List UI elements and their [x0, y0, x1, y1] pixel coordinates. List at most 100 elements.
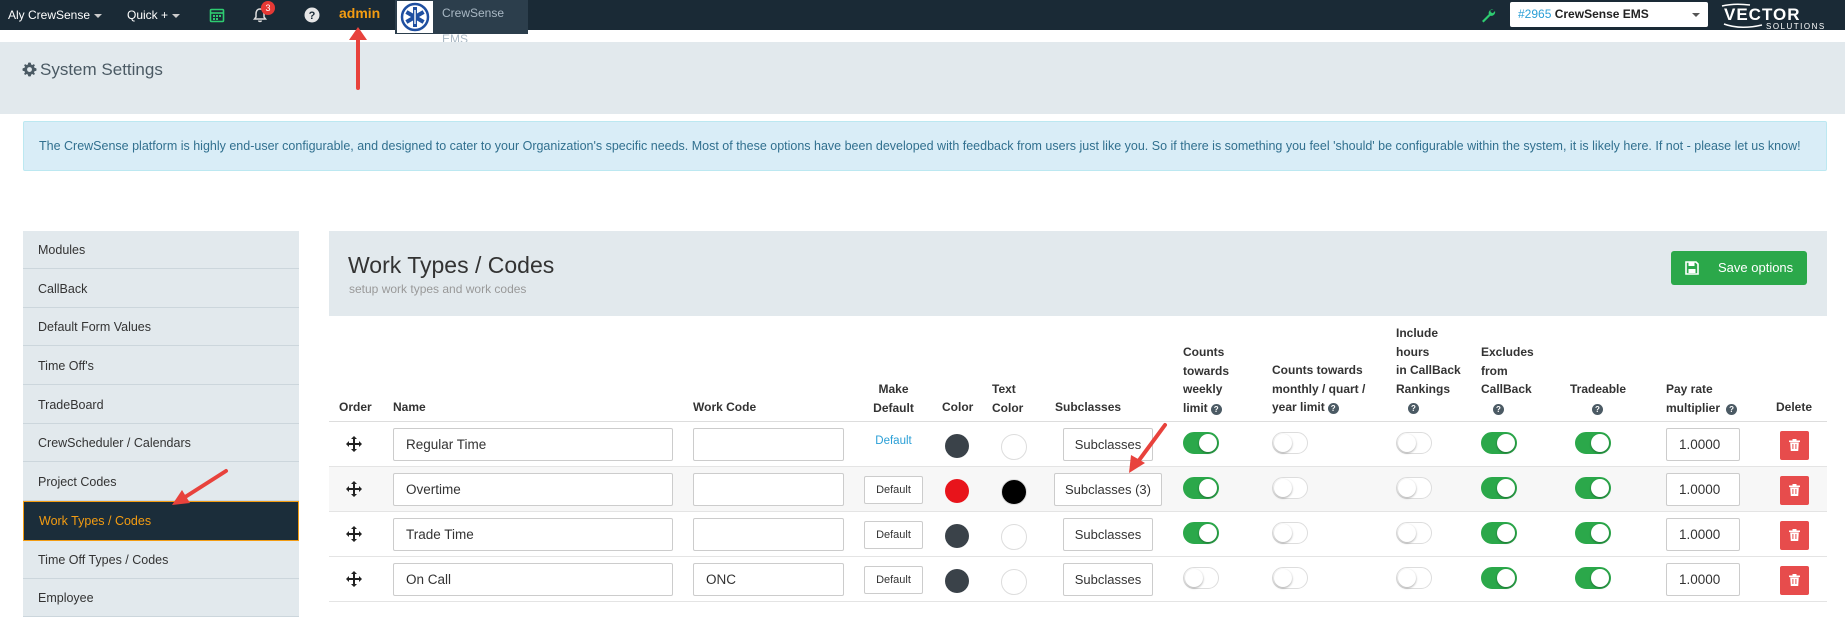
weekly-limit-toggle[interactable] [1183, 522, 1219, 544]
sidebar-item-tradeboard[interactable]: TradeBoard [23, 386, 299, 424]
monthly-limit-toggle[interactable] [1272, 522, 1308, 544]
monthly-limit-toggle[interactable] [1272, 432, 1308, 454]
sidebar-item-modules[interactable]: Modules [23, 231, 299, 269]
col-excludes-line2: from [1481, 363, 1508, 378]
quick-menu[interactable]: Quick + [127, 0, 181, 30]
help-icon[interactable]: ? [1493, 403, 1504, 415]
subclasses-button[interactable]: Subclasses [1063, 518, 1153, 551]
help-icon[interactable]: ? [1327, 403, 1339, 414]
weekly-limit-toggle[interactable] [1183, 432, 1219, 454]
help-icon[interactable]: ? [1408, 403, 1419, 414]
col-text-color-line1: Text [992, 382, 1016, 396]
excludes-callback-toggle[interactable] [1481, 522, 1517, 544]
sidebar-item-time-off-types[interactable]: Time Off Types / Codes [23, 541, 299, 579]
col-subclasses: Subclasses [1055, 400, 1122, 414]
move-icon[interactable] [346, 436, 362, 452]
annotation-arrow-icon [172, 469, 228, 505]
subclasses-button[interactable]: Subclasses [1063, 563, 1153, 596]
move-icon[interactable] [346, 571, 362, 587]
save-options-button[interactable]: Save options [1671, 251, 1807, 285]
monthly-limit-toggle[interactable] [1272, 567, 1308, 589]
monthly-limit-toggle[interactable] [1272, 477, 1308, 499]
user-menu[interactable]: Aly CrewSense [8, 0, 103, 30]
excludes-callback-toggle[interactable] [1481, 432, 1517, 454]
pay-rate-input[interactable]: 1.0000 [1666, 518, 1740, 551]
excludes-callback-toggle[interactable] [1481, 567, 1517, 589]
col-name: Name [393, 400, 426, 414]
color-swatch[interactable] [945, 524, 969, 548]
sidebar-item-project-codes[interactable]: Project Codes [23, 463, 299, 501]
annotation-arrow-icon [1129, 423, 1167, 473]
weekly-limit-toggle[interactable] [1183, 567, 1219, 589]
name-input[interactable]: Regular Time [393, 428, 673, 461]
account-select[interactable]: #2965 CrewSense EMS [1510, 2, 1708, 27]
sidebar-item-employee[interactable]: Employee [23, 579, 299, 617]
col-excludes-line1: Excludes [1481, 345, 1534, 359]
pay-rate-input[interactable]: 1.0000 [1666, 428, 1740, 461]
sidebar-item-crewscheduler[interactable]: CrewScheduler / Calendars [23, 424, 299, 462]
delete-button[interactable] [1780, 566, 1809, 595]
name-input[interactable]: Trade Time [393, 518, 673, 551]
help-icon[interactable]: ? [1210, 403, 1222, 415]
delete-button[interactable] [1780, 521, 1809, 550]
work-code-input[interactable] [693, 518, 844, 551]
move-icon[interactable] [346, 526, 362, 542]
col-pay-line2: multiplier [1666, 400, 1721, 415]
move-icon[interactable] [346, 481, 362, 497]
toggle-knob [1398, 524, 1416, 542]
text-color-swatch[interactable] [1001, 434, 1027, 460]
wrench-icon[interactable] [1480, 7, 1496, 23]
text-color-swatch[interactable] [1001, 479, 1027, 505]
sidebar-item-callback[interactable]: CallBack [23, 270, 299, 308]
toggle-knob [1274, 524, 1292, 542]
org-switcher[interactable]: CrewSense EMS [395, 0, 528, 46]
include-callback-toggle[interactable] [1396, 522, 1432, 544]
col-weekly-line3: weekly [1183, 382, 1223, 396]
help-icon[interactable]: ? [1726, 403, 1738, 415]
col-include-callback: Include hours in CallBack Rankings ? [1396, 324, 1461, 417]
panel-header: Work Types / Codes setup work types and … [329, 231, 1827, 316]
include-callback-toggle[interactable] [1396, 567, 1432, 589]
color-swatch[interactable] [945, 479, 969, 503]
toggle-knob [1497, 479, 1515, 497]
sidebar-item-work-types[interactable]: Work Types / Codes [23, 501, 299, 541]
make-default-button[interactable]: Default [864, 521, 923, 549]
pay-rate-input[interactable]: 1.0000 [1666, 563, 1740, 596]
name-input[interactable]: On Call [393, 563, 673, 596]
col-include-line4: Rankings [1396, 381, 1451, 396]
color-swatch[interactable] [945, 569, 969, 593]
name-input[interactable]: Overtime [393, 473, 673, 506]
make-default-button[interactable]: Default [864, 566, 923, 594]
calendar-icon[interactable] [209, 7, 225, 23]
save-options-label: Save options [1718, 260, 1794, 275]
account-number: #2965 [1518, 7, 1552, 21]
sidebar-item-default-form-values[interactable]: Default Form Values [23, 308, 299, 346]
default-label: Default [875, 435, 912, 447]
delete-button[interactable] [1780, 476, 1809, 505]
work-code-input[interactable] [693, 428, 844, 461]
color-swatch[interactable] [945, 434, 969, 458]
work-code-input[interactable] [693, 473, 844, 506]
make-default-button[interactable]: Default [864, 476, 923, 504]
delete-button[interactable] [1780, 431, 1809, 460]
pay-rate-input[interactable]: 1.0000 [1666, 473, 1740, 506]
text-color-swatch[interactable] [1001, 524, 1027, 550]
work-code-input[interactable]: ONC [693, 563, 844, 596]
help-icon[interactable]: ? [304, 7, 320, 23]
tradeable-toggle[interactable] [1575, 522, 1611, 544]
include-callback-toggle[interactable] [1396, 432, 1432, 454]
tradeable-toggle[interactable] [1575, 477, 1611, 499]
weekly-limit-toggle[interactable] [1183, 477, 1219, 499]
include-callback-toggle[interactable] [1396, 477, 1432, 499]
tradeable-toggle[interactable] [1575, 432, 1611, 454]
subclasses-button[interactable]: Subclasses (3) [1054, 473, 1162, 506]
toggle-knob [1591, 479, 1609, 497]
vector-solutions-logo: VECTOR SOLUTIONS [1721, 3, 1824, 30]
help-icon[interactable]: ? [1592, 403, 1603, 415]
tradeable-toggle[interactable] [1575, 567, 1611, 589]
text-color-swatch[interactable] [1001, 569, 1027, 595]
sidebar-item-time-offs[interactable]: Time Off's [23, 347, 299, 385]
table-row: Overtime Default Subclasses (3) 1.0000 [329, 467, 1827, 512]
col-pay-rate: Pay rate multiplier? [1666, 380, 1738, 417]
excludes-callback-toggle[interactable] [1481, 477, 1517, 499]
